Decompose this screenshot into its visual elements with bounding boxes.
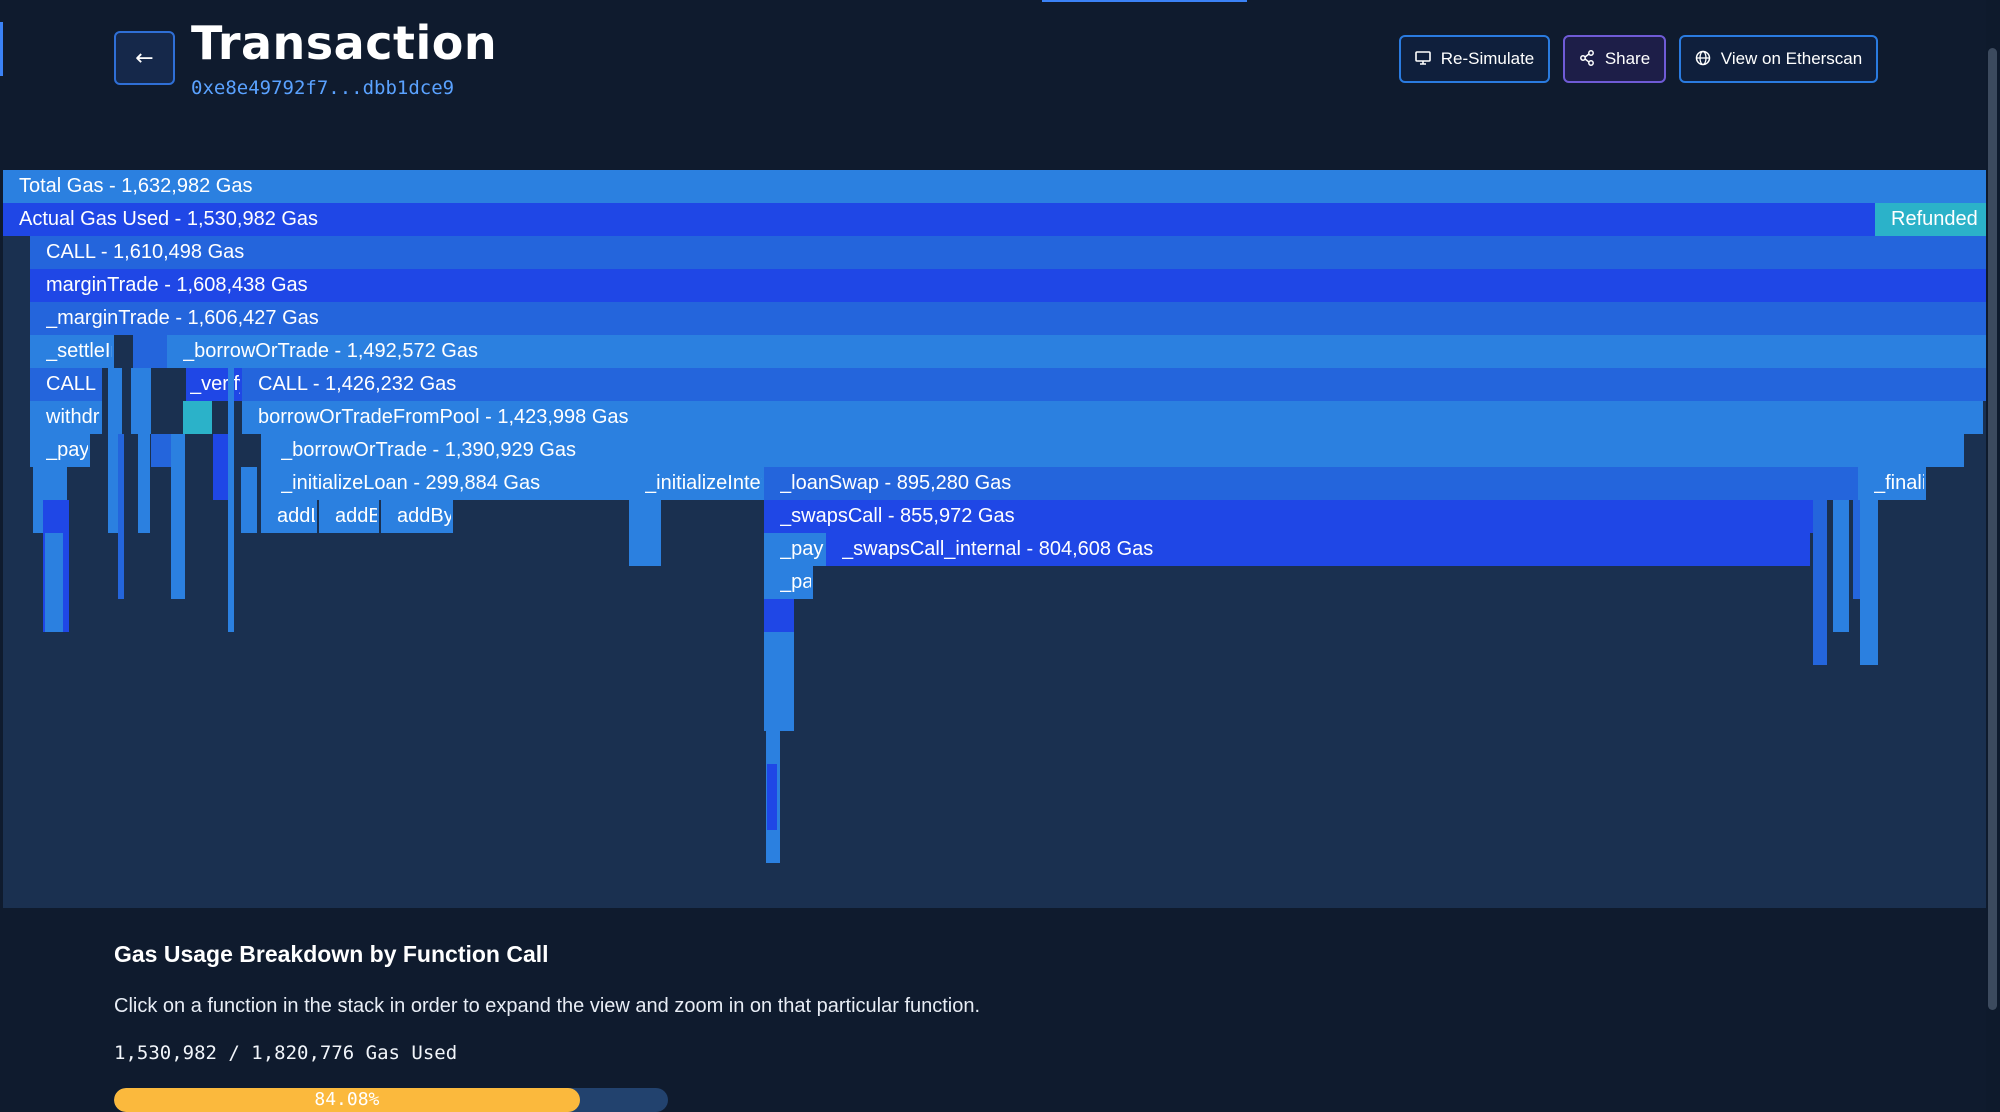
call-frame-label: CALL - 1,610,498 Gas: [46, 241, 245, 263]
total-gas-bar[interactable]: Total Gas - 1,632,982 Gas: [3, 170, 1989, 203]
total-gas-bar-label: Total Gas - 1,632,982 Gas: [19, 175, 253, 197]
borrow-or-trade-frame-label: _borrowOrTrade - 1,492,572 Gas: [183, 340, 478, 362]
call2-frame-label: CALL - 1,426,232 Gas: [258, 373, 457, 395]
refunded-bar-label: Refunded: [1891, 208, 1978, 230]
share-icon: [1579, 49, 1595, 69]
stack-frame-6[interactable]: [138, 401, 150, 533]
gas-flamegraph[interactable]: Total Gas - 1,632,982 Gas Actual Gas Used…: [3, 170, 1989, 908]
stack-frame-2[interactable]: [45, 533, 63, 632]
borrow-or-trade-internal-frame-label: _borrowOrTrade - 1,390,929 Gas: [281, 439, 576, 461]
back-button[interactable]: ←: [114, 31, 175, 85]
stack-frame-18[interactable]: [1833, 500, 1849, 632]
add-borrower-frame[interactable]: addBorrower: [319, 500, 379, 533]
view-on-etherscan-button[interactable]: View on Etherscan: [1679, 35, 1878, 83]
share-button[interactable]: Share: [1563, 35, 1666, 83]
margin-trade-frame-label: marginTrade - 1,608,438 Gas: [46, 274, 308, 296]
page-title: Transaction: [191, 16, 498, 70]
loan-swap-frame[interactable]: _loanSwap - 895,280 Gas: [764, 467, 1858, 500]
initialize-interest-frame[interactable]: _initializeInterest: [629, 467, 764, 500]
share-label: Share: [1604, 49, 1651, 68]
settle-interest-frame-label: _settleInterest: [46, 340, 112, 362]
initialize-loan-frame-label: _initializeLoan - 299,884 Gas: [281, 472, 541, 494]
etherscan-label: View on Etherscan: [1720, 49, 1863, 68]
pay-fee-frame[interactable]: _payFee: [764, 533, 826, 566]
add-loan-frame-label: addLoan: [277, 505, 315, 527]
finalize-open-frame-label: _finalizeOpen: [1874, 472, 1924, 494]
swaps-call-frame[interactable]: _swapsCall - 855,972 Gas: [764, 500, 1814, 533]
margin-trade-internal-frame-label: _marginTrade - 1,606,427 Gas: [46, 307, 319, 329]
withdraw-frame[interactable]: withdraw: [30, 401, 102, 434]
margin-trade-internal-frame[interactable]: _marginTrade - 1,606,427 Gas: [30, 302, 1989, 335]
pay-fee-frame-2-label: _payFee: [780, 571, 811, 593]
call-small-frame-label: CALL: [46, 373, 97, 395]
stack-frame-10[interactable]: [228, 368, 234, 632]
transaction-hash[interactable]: 0xe8e49792f7...dbb1dce9: [191, 77, 454, 99]
margin-trade-frame[interactable]: marginTrade - 1,608,438 Gas: [30, 269, 1989, 302]
stack-frame-12[interactable]: [629, 500, 661, 566]
gas-used-summary: 1,530,982 / 1,820,776 Gas Used: [114, 1042, 458, 1064]
pay-interest-frame[interactable]: _payInterest: [30, 434, 90, 467]
pay-interest-frame-label: _payInterest: [46, 439, 88, 461]
progress-percent: 84.08%: [314, 1089, 380, 1110]
sidebar-accent: [0, 22, 3, 76]
stack-frame-8[interactable]: [171, 434, 185, 599]
borrow-or-trade-frame[interactable]: _borrowOrTrade - 1,492,572 Gas: [167, 335, 1989, 368]
borrow-from-pool-frame[interactable]: borrowOrTradeFromPool - 1,423,998 Gas: [242, 401, 1983, 434]
arrow-left-icon: ←: [135, 45, 154, 71]
breakdown-title: Gas Usage Breakdown by Function Call: [114, 941, 549, 967]
resimulate-label: Re-Simulate: [1440, 49, 1535, 68]
stack-frame-16[interactable]: [767, 764, 777, 830]
finalize-open-frame[interactable]: _finalizeOpen: [1858, 467, 1926, 500]
add-borrower-frame-label: addBorrower: [335, 505, 377, 527]
add-by-token-frame[interactable]: addByToken: [381, 500, 453, 533]
refunded-bar[interactable]: Refunded: [1875, 203, 1989, 236]
scrollbar[interactable]: [1986, 0, 2000, 1112]
settle-sub-frame[interactable]: [133, 335, 167, 368]
actual-gas-bar-label: Actual Gas Used - 1,530,982 Gas: [19, 208, 319, 230]
pay-fee-frame-label: _payFee: [780, 538, 824, 560]
stack-frame-20[interactable]: [1860, 500, 1878, 665]
stack-frame-17[interactable]: [1813, 500, 1827, 665]
scrollbar-thumb[interactable]: [1988, 48, 1997, 1010]
stack-frame-7[interactable]: [151, 434, 171, 467]
resimulate-button[interactable]: Re-Simulate: [1399, 35, 1550, 83]
breakdown-description: Click on a function in the stack in orde…: [114, 995, 981, 1017]
monitor-icon: [1414, 50, 1431, 68]
globe-icon: [1695, 50, 1711, 69]
settle-interest-frame[interactable]: _settleInterest: [30, 335, 114, 368]
swaps-call-frame-label: _swapsCall - 855,972 Gas: [780, 505, 1015, 527]
call-frame[interactable]: CALL - 1,610,498 Gas: [30, 236, 1989, 269]
pay-fee-frame-2[interactable]: _payFee: [764, 566, 813, 599]
stack-frame-4[interactable]: [118, 434, 124, 599]
withdraw-frame-label: withdraw: [46, 406, 100, 428]
borrow-from-pool-frame-label: borrowOrTradeFromPool - 1,423,998 Gas: [258, 406, 629, 428]
swaps-call-internal-frame[interactable]: _swapsCall_internal - 804,608 Gas: [826, 533, 1810, 566]
stack-frame-11[interactable]: [241, 467, 257, 533]
add-by-token-frame-label: addByToken: [397, 505, 451, 527]
call-small-frame[interactable]: CALL: [30, 368, 102, 401]
active-tab-indicator: [1042, 0, 1247, 2]
initialize-loan-frame[interactable]: _initializeLoan - 299,884 Gas: [261, 467, 629, 500]
call2-frame[interactable]: CALL - 1,426,232 Gas: [242, 368, 1987, 401]
initialize-interest-frame-label: _initializeInterest: [645, 472, 762, 494]
actual-gas-bar[interactable]: Actual Gas Used - 1,530,982 Gas: [3, 203, 1875, 236]
add-loan-frame[interactable]: addLoan: [261, 500, 317, 533]
gas-usage-progress: 84.08%: [114, 1088, 668, 1112]
loan-swap-frame-label: _loanSwap - 895,280 Gas: [780, 472, 1012, 494]
swaps-call-internal-frame-label: _swapsCall_internal - 804,608 Gas: [842, 538, 1154, 560]
verify-sub-frame[interactable]: [183, 401, 212, 434]
borrow-or-trade-internal-frame[interactable]: _borrowOrTrade - 1,390,929 Gas: [261, 434, 1964, 467]
